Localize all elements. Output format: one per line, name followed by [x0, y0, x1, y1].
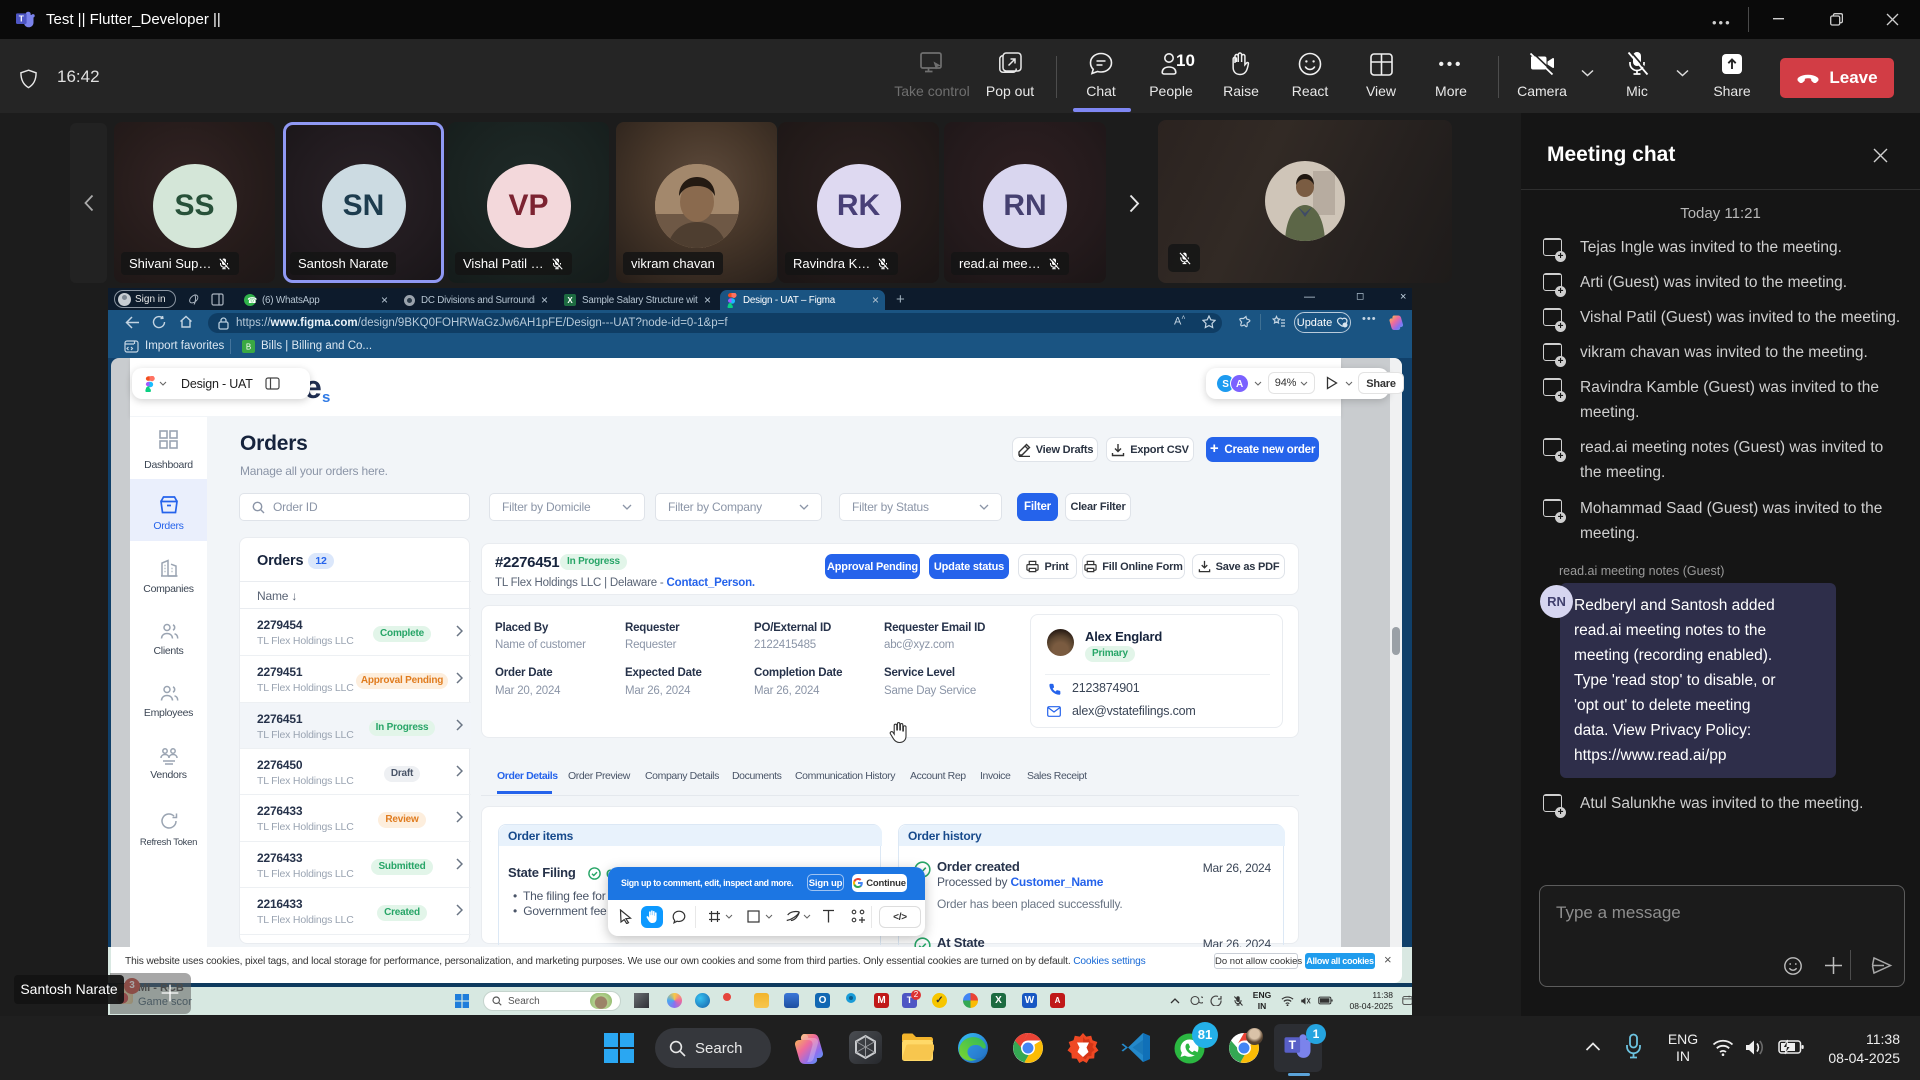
svg-text:X: X	[567, 296, 573, 305]
svg-text:T: T	[19, 14, 25, 24]
svg-text:T: T	[1289, 1038, 1297, 1052]
svg-text:B: B	[246, 343, 251, 352]
